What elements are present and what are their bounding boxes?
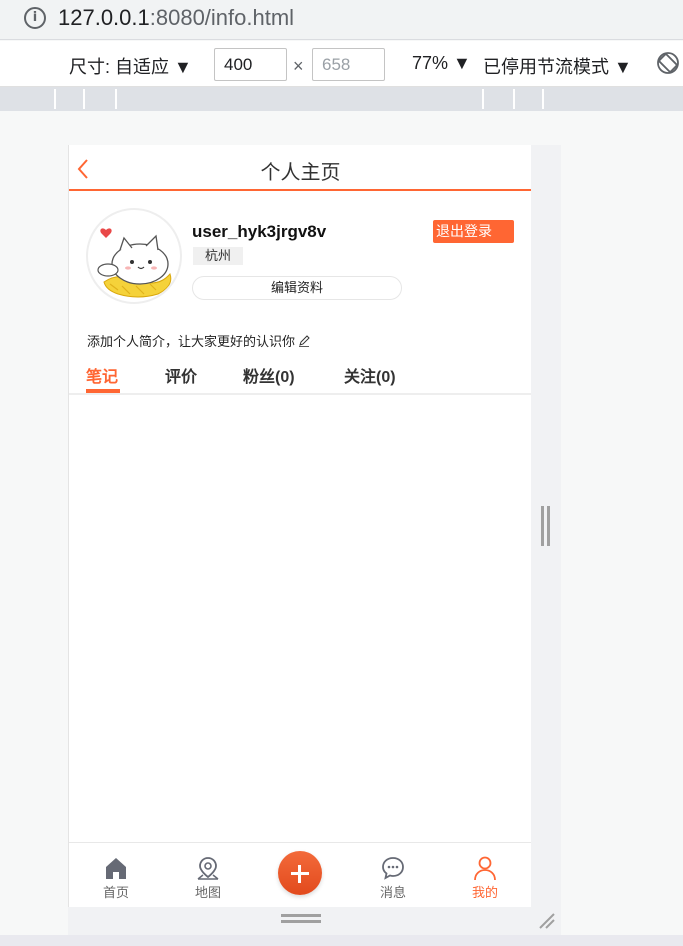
app-header: 个人主页 bbox=[69, 145, 532, 191]
nav-mine[interactable]: 我的 bbox=[455, 843, 515, 905]
url-host: 127.0.0.1 bbox=[58, 5, 150, 30]
page-bottom-strip bbox=[0, 935, 683, 946]
site-info-icon[interactable]: i bbox=[24, 7, 46, 29]
cat-avatar-icon bbox=[97, 228, 172, 298]
nav-messages[interactable]: 消息 bbox=[363, 843, 423, 905]
bottom-nav: 首页 地图 消息 我的 bbox=[69, 842, 532, 907]
nav-home[interactable]: 首页 bbox=[86, 843, 146, 905]
user-icon bbox=[474, 856, 496, 881]
page-title: 个人主页 bbox=[260, 160, 341, 184]
zoom-dropdown[interactable]: 77% ▼ bbox=[412, 53, 471, 74]
dimension-separator: × bbox=[293, 56, 304, 76]
nav-home-label: 首页 bbox=[102, 885, 129, 900]
nav-map-label: 地图 bbox=[194, 885, 221, 900]
rotate-icon[interactable] bbox=[656, 51, 680, 75]
width-input[interactable]: 400 bbox=[214, 48, 287, 81]
profile-tabs: 笔记 评价 粉丝(0) 关注(0) bbox=[69, 359, 532, 395]
map-pin-icon bbox=[197, 857, 219, 880]
bio-prompt[interactable]: 添加个人简介，让大家更好的认识你 bbox=[87, 331, 310, 350]
media-query-ruler bbox=[0, 87, 683, 111]
resize-handle-right[interactable] bbox=[541, 506, 550, 546]
throttle-dropdown[interactable]: 已停用节流模式 ▼ bbox=[483, 53, 632, 79]
nav-messages-label: 消息 bbox=[379, 885, 406, 900]
active-tab-indicator bbox=[86, 389, 120, 393]
avatar[interactable] bbox=[86, 208, 182, 304]
nav-map[interactable]: 地图 bbox=[178, 843, 238, 905]
home-icon bbox=[106, 858, 126, 879]
device-viewport: 个人主页 user_hyk3jrgv8v 退出登录 杭州 编辑资料 添加个人简介… bbox=[68, 145, 532, 907]
add-note-button[interactable] bbox=[278, 851, 322, 895]
username: user_hyk3jrgv8v bbox=[192, 222, 327, 241]
dimensions-dropdown[interactable]: 尺寸: 自适应 ▼ bbox=[69, 53, 192, 79]
tab-reviews[interactable]: 评价 bbox=[165, 363, 197, 387]
tab-notes[interactable]: 笔记 bbox=[86, 363, 118, 387]
device-toolbar: 尺寸: 自适应 ▼ 400 × 658 77% ▼ 已停用节流模式 ▼ bbox=[0, 41, 683, 87]
message-icon bbox=[382, 857, 404, 880]
pencil-icon[interactable] bbox=[298, 335, 310, 347]
bio-prompt-text: 添加个人简介，让大家更好的认识你 bbox=[87, 334, 296, 349]
tab-followers[interactable]: 粉丝(0) bbox=[243, 363, 295, 387]
nav-mine-label: 我的 bbox=[471, 885, 498, 900]
height-input[interactable]: 658 bbox=[312, 48, 385, 81]
resize-corner-icon[interactable] bbox=[536, 910, 556, 930]
edit-profile-button[interactable]: 编辑资料 bbox=[192, 276, 402, 300]
url-text[interactable]: 127.0.0.1:8080/info.html bbox=[58, 5, 294, 31]
logout-button[interactable]: 退出登录 bbox=[433, 220, 514, 243]
resize-handle-bottom[interactable] bbox=[281, 914, 321, 923]
tab-following[interactable]: 关注(0) bbox=[344, 363, 396, 387]
url-path: :8080/info.html bbox=[149, 5, 295, 30]
browser-address-bar[interactable]: i 127.0.0.1:8080/info.html bbox=[0, 0, 683, 40]
city-tag: 杭州 bbox=[193, 247, 243, 265]
